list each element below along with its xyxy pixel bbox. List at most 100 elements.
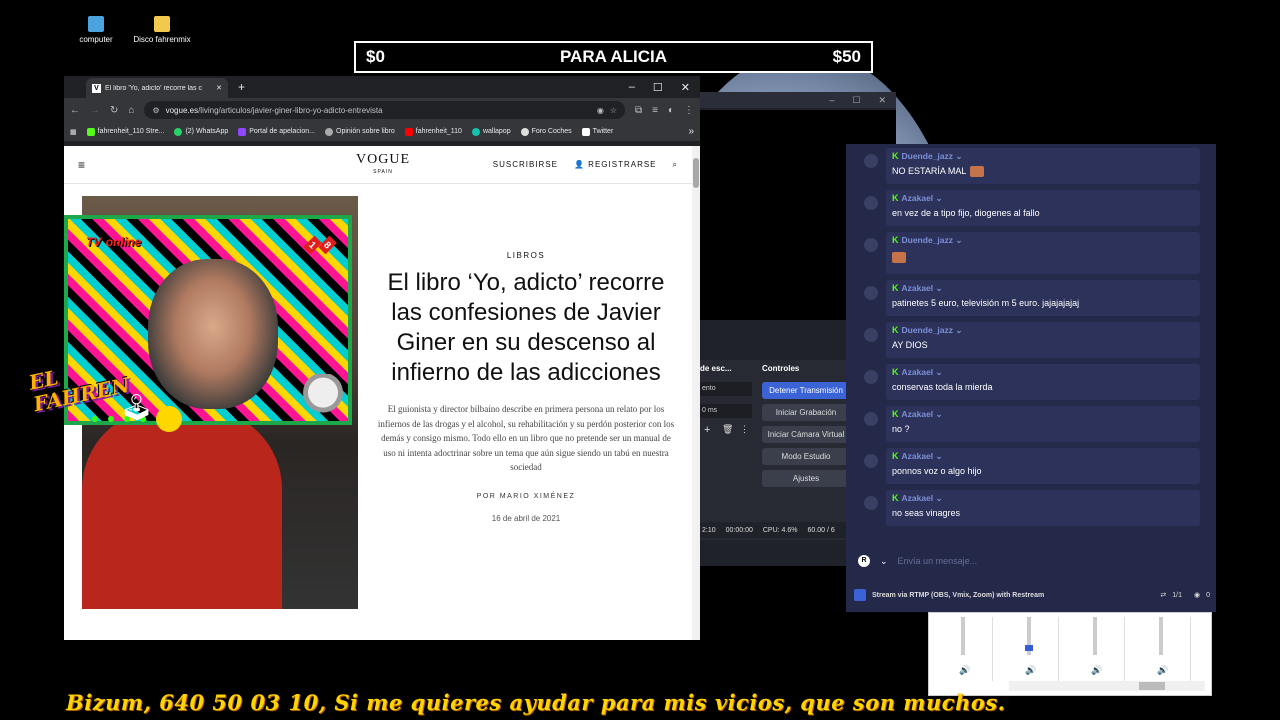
address-bar[interactable]: ⚙ vogue.es/living/articulos/javier-giner… [144,101,625,119]
bookmark-youtube[interactable]: fahrenheit_110 [404,127,462,136]
fps-readout: 60.00 / 6 [807,526,835,534]
bookmark-forocoches[interactable]: Foro Coches [520,127,572,136]
register-link[interactable]: 👤 REGISTRARSE [574,160,657,169]
hero-subject [82,409,282,609]
hamburger-menu-icon[interactable]: ≡ [78,158,85,172]
transition-dropdown[interactable]: ento [700,382,752,396]
site-info-icon[interactable]: ⚙ [152,106,159,115]
back-icon[interactable]: ← [70,105,80,116]
start-recording-button[interactable]: Iniciar Grabación [762,404,850,421]
chat-text: NO ESTARÍA MAL [892,166,985,178]
online-text: online [105,235,142,249]
chat-input[interactable]: R ⌄ Envía un mensaje... [858,552,1204,570]
chat-username[interactable]: K Azakael ⌄ [892,283,943,294]
article-byline[interactable]: POR MARIO XIMÉNEZ [374,493,678,500]
speaker-icon[interactable]: 🔊 [1091,665,1102,676]
chat-message: K Azakael ⌄ no ? [864,406,1210,444]
speaker-icon[interactable]: 🔊 [1157,665,1168,676]
whatsapp-icon [174,127,183,136]
home-icon[interactable]: ⌂ [128,105,134,116]
window-controls: – ☐ ✕ [629,81,700,94]
vogue-header: ≡ VOGUE SPAIN SUSCRIBIRSE 👤 REGISTRARSE ⌕ [64,146,692,184]
scrollbar-thumb[interactable] [1139,682,1165,690]
studio-mode-button[interactable]: Modo Estudio [762,448,850,465]
chevron-down-icon[interactable]: ⌄ [880,556,888,567]
url-path: /living/articulos/javier-giner-libro-yo-… [198,105,383,115]
bookmark-opinion[interactable]: Opinión sobre libro [325,127,395,136]
avatar [864,496,878,510]
youtube-icon [404,127,413,136]
minimize-icon[interactable]: – [829,95,834,105]
chat-username[interactable]: K Azakael ⌄ [892,193,943,204]
media-icon[interactable]: ≡ [652,105,658,116]
start-virtual-camera-button[interactable]: Iniciar Cámara Virtual [762,426,850,443]
article-headline: El libro ‘Yo, adicto’ recorre las confes… [387,269,665,386]
forward-icon[interactable]: → [90,105,100,116]
close-tab-icon[interactable]: ✕ [216,84,222,92]
stop-stream-button[interactable]: Detener Transmisión [762,382,850,399]
audio-mixer: 🔊 🔊 🔊 🔊 [928,612,1212,696]
reload-icon[interactable]: ↻ [110,105,118,116]
bookmark-label: (2) WhatsApp [185,128,229,135]
mixer-channel: 🔊 [999,617,1059,681]
bookmark-whatsapp[interactable]: (2) WhatsApp [174,127,229,136]
folder-icon [154,16,170,32]
chat-username[interactable]: K Azakael ⌄ [892,409,943,420]
more-bookmarks-icon[interactable]: » [688,126,694,137]
chat-username[interactable]: K Azakael ⌄ [892,451,943,462]
minimize-button[interactable]: – [629,81,635,94]
close-button[interactable]: ✕ [681,81,690,94]
chat-username[interactable]: K Azakael ⌄ [892,493,943,504]
settings-button[interactable]: Ajustes [762,470,850,487]
volume-slider[interactable] [961,617,965,655]
chat-username[interactable]: K Duende_jazz ⌄ [892,151,962,162]
extensions-icon[interactable]: ⧉ [635,105,642,116]
bookmark-portal[interactable]: Portal de apelacion... [238,127,315,136]
bookmark-kick[interactable]: fahrenheit_110 Stre... [86,127,164,136]
chat-message: K Azakael ⌄ en vez de a tipo fijo, diogen… [864,190,1210,228]
chat-username[interactable]: K Duende_jazz ⌄ [892,325,962,336]
avatar [864,286,878,300]
more-icon[interactable]: ⋮ [740,424,749,435]
maximize-icon[interactable]: ☐ [852,95,860,106]
avatar [864,454,878,468]
globe-icon [325,127,333,136]
donation-ticker: Bizum, 640 50 03 10, Si me quieres ayuda… [66,690,1006,715]
desktop-icon-computer[interactable]: computer [66,16,126,44]
volume-slider[interactable] [1159,617,1163,655]
twitch-icon [238,127,247,136]
forocoches-icon [520,127,529,136]
tab-vogue-article[interactable]: V El libro 'Yo, adicto' recorre las c ✕ [86,78,228,98]
trash-icon[interactable]: 🗑 [722,424,733,435]
article-category[interactable]: LIBROS [374,251,678,260]
speaker-icon[interactable]: 🔊 [1025,665,1036,676]
vogue-logo[interactable]: VOGUE SPAIN [356,153,410,178]
avatar [864,196,878,210]
eye-off-icon[interactable]: ◉ [597,106,604,115]
scrollbar-thumb[interactable] [693,158,699,188]
chat-username[interactable]: K Duende_jazz ⌄ [892,235,962,246]
desktop-icon-disco[interactable]: Disco fahrenmix [132,16,192,44]
new-tab-button[interactable]: + [238,80,245,94]
apps-icon[interactable]: ▦ [70,128,77,136]
bookmark-star-icon[interactable]: ☆ [610,106,617,115]
volume-slider[interactable] [1093,617,1097,655]
page-scrollbar[interactable] [692,146,700,640]
duration-field[interactable]: 0 ms [700,404,752,418]
menu-icon[interactable]: ⋮ [684,105,694,116]
maximize-button[interactable]: ☐ [653,81,663,94]
kick-icon: K [892,367,899,377]
close-icon[interactable]: ✕ [878,95,886,106]
profile-icon[interactable]: ◐ [668,105,674,116]
bookmark-twitter[interactable]: Twitter [581,127,613,136]
restream-chat: K Duende_jazz ⌄ NO ESTARÍA MAL K Azakael ⌄… [846,144,1216,612]
add-icon[interactable]: + [704,424,710,436]
article-date: 16 de abril de 2021 [491,513,561,523]
age-rating-badge: 1 8 [303,235,337,255]
subscribe-link[interactable]: SUSCRIBIRSE [493,160,558,169]
chat-username[interactable]: K Azakael ⌄ [892,367,943,378]
search-icon[interactable]: ⌕ [673,160,678,170]
logo-subtext: SPAIN [373,169,393,175]
bookmark-wallapop[interactable]: wallapop [471,127,511,136]
speaker-icon[interactable]: 🔊 [959,665,970,676]
